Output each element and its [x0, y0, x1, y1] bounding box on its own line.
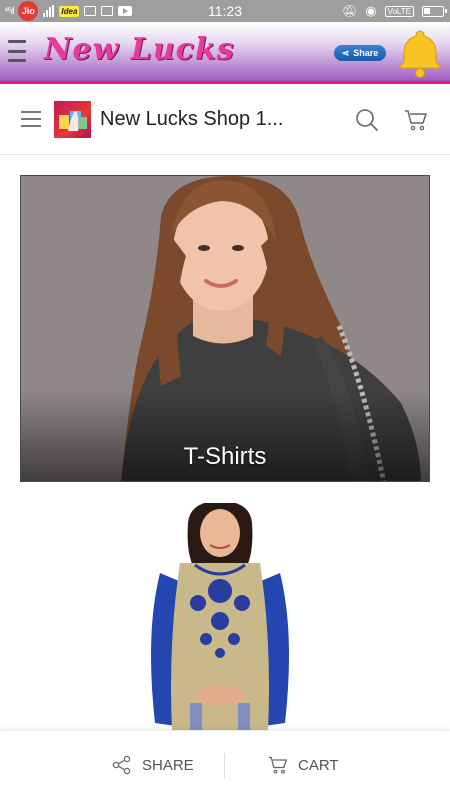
- status-right: 🔕︎ ◉ VoLTE: [342, 0, 447, 22]
- cart-icon[interactable]: [404, 108, 428, 132]
- header-share-label: Share: [353, 48, 379, 58]
- notification-bell-icon[interactable]: [396, 28, 444, 78]
- battery-icon: [422, 5, 447, 17]
- category-label: T-Shirts: [183, 443, 267, 470]
- mute-icon: 🔕︎: [342, 4, 358, 18]
- drawer-menu-icon[interactable]: [8, 40, 26, 62]
- category-image: [20, 503, 430, 730]
- share-icon: [112, 755, 131, 775]
- menu-icon[interactable]: [21, 111, 41, 127]
- category-card-kurti[interactable]: [20, 503, 430, 730]
- app-header: New Lucks ⋖ Share: [0, 22, 450, 84]
- shop-toolbar: New Lucks Shop 1...: [0, 87, 450, 155]
- cart-icon: [268, 756, 287, 774]
- volte-badge: VoLTE: [384, 5, 414, 17]
- screen: ⁴⁶ıl Jio Idea 11:23 🔕︎ ◉ VoLTE New Lucks…: [0, 0, 450, 800]
- share-button[interactable]: SHARE: [112, 755, 194, 775]
- divider: [224, 753, 225, 779]
- cart-label: CART: [298, 756, 339, 774]
- bottom-action-bar: SHARE CART: [0, 730, 450, 800]
- shopping-bags-icon: [59, 111, 87, 131]
- eye-icon: ◉: [365, 3, 377, 18]
- search-icon[interactable]: [355, 108, 379, 132]
- category-card-tshirts[interactable]: T-Shirts: [20, 175, 430, 482]
- shop-title: New Lucks Shop 1...: [100, 108, 284, 130]
- cart-button[interactable]: CART: [268, 755, 339, 775]
- share-icon: ⋖: [341, 47, 350, 58]
- app-logo: New Lucks: [44, 32, 235, 67]
- shop-logo: [54, 101, 91, 138]
- share-label: SHARE: [142, 756, 194, 774]
- header-share-button[interactable]: ⋖ Share: [334, 45, 386, 61]
- status-bar: ⁴⁶ıl Jio Idea 11:23 🔕︎ ◉ VoLTE: [0, 0, 450, 22]
